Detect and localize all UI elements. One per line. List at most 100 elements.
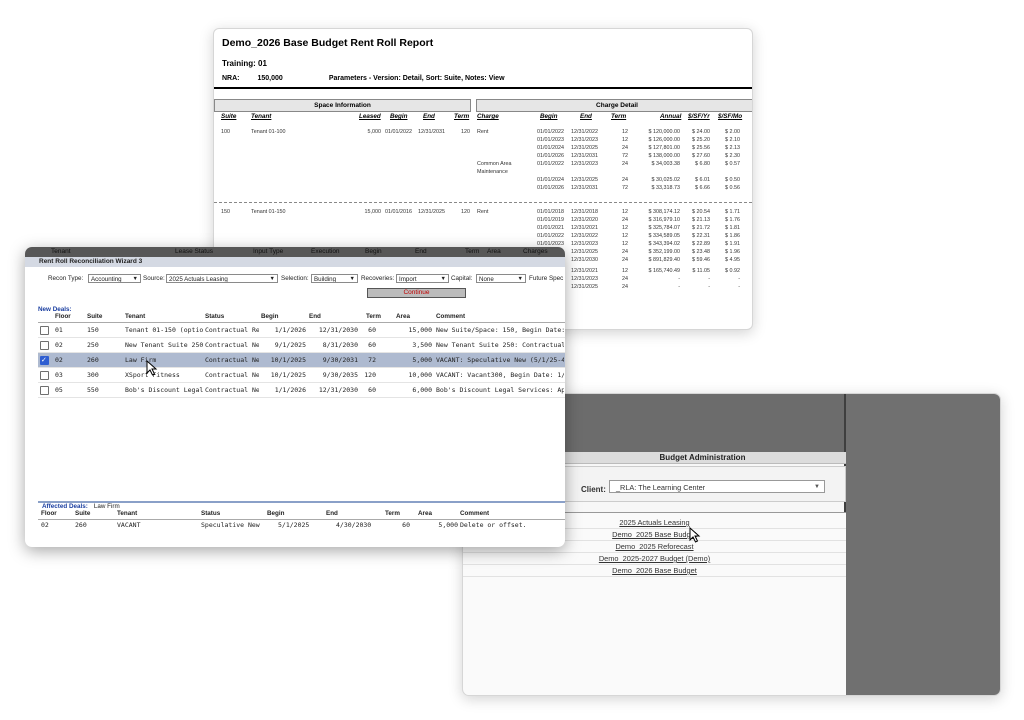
cell-begin: 01/01/2016 (385, 209, 412, 215)
cell-sf-mo: $ 0.50 (725, 177, 740, 183)
charge-detail-header: Charge Detail (476, 99, 752, 112)
cell-charge-begin: 01/01/2021 (537, 225, 564, 231)
col-header: Tenant (117, 510, 138, 517)
cell-charge-term: 24 (622, 217, 628, 223)
cell-charge-end: 12/31/2023 (571, 161, 598, 167)
source-select[interactable]: 2025 Actuals Leasing ▼ (166, 274, 278, 283)
cell-charge-end: 12/31/2021 (571, 268, 598, 274)
chevron-down-icon: ▼ (132, 276, 138, 282)
cell-comment: New Tenant Suite 250: Contractual Ne (436, 341, 564, 349)
selection-select[interactable]: Building ▼ (311, 274, 358, 283)
cell-begin: 9/1/2025 (274, 341, 306, 349)
deal-row[interactable]: 02 250 New Tenant Suite 250 Contractual New… (38, 338, 565, 353)
col-header: Tenant (125, 313, 146, 320)
cell-begin: 10/1/2025 (270, 356, 306, 364)
cell-suite: 150 (221, 209, 230, 215)
checkbox-checked[interactable] (40, 353, 49, 367)
cell-charge-term: 24 (622, 284, 628, 290)
space-col-header: Term (454, 113, 470, 120)
cell-charge-end: 12/31/2023 (571, 241, 598, 247)
capital-select[interactable]: None ▼ (476, 274, 526, 283)
budget-item-link[interactable]: Demo_2026 Base Budget (463, 565, 846, 577)
col-header: Floor (41, 510, 57, 517)
cell-sf-mo: $ 0.57 (725, 161, 740, 167)
reconciliation-wizard-window: Tenant Lease Status Input Type Execution… (25, 247, 565, 547)
cell-charge-begin: 01/01/2022 (537, 233, 564, 239)
cell-status: Contractual New (205, 356, 259, 364)
source-value: 2025 Actuals Leasing (169, 276, 228, 283)
cell-status: Contractual New (205, 341, 259, 349)
capital-value: None (479, 276, 494, 283)
col-header: End (309, 313, 321, 320)
cell-sf-mo: $ 1.96 (725, 249, 740, 255)
recoveries-select[interactable]: Import ▼ (396, 274, 449, 283)
budget-admin-title: Budget Administration (559, 452, 846, 464)
cell-floor: 01 (55, 326, 63, 334)
cell-begin: 5/1/2025 (278, 521, 310, 529)
col-header: Begin (267, 510, 285, 517)
cell-comment: VACANT: Speculative New (5/1/25-4/3 (436, 356, 564, 364)
col-header: Area (418, 510, 433, 517)
cell-sf-yr: $ 6.66 (695, 185, 710, 191)
cell-area: 5,000 (438, 521, 458, 529)
cell-annual: $ 127,801.00 (648, 145, 680, 151)
cell-charge-end: 12/31/2025 (571, 284, 598, 290)
col-header: Term (366, 313, 381, 320)
cell-suite: 300 (87, 371, 99, 379)
affected-row[interactable]: 02 260 VACANT Speculative New 5/1/2025 4… (38, 520, 565, 531)
cell-end: 12/31/2025 (418, 209, 445, 215)
deal-row[interactable]: 02 260 Law Firm Contractual New 10/1/2025 9/3… (38, 353, 565, 368)
cell-charge-term: 24 (622, 276, 628, 282)
cell-sf-mo: - (738, 284, 740, 290)
cell-charge-begin: 01/01/2024 (537, 177, 564, 183)
deal-row[interactable]: 03 300 XSport Fitness Contractual New 10/1/2… (38, 368, 565, 383)
cell-annual: $ 352,199.00 (648, 249, 680, 255)
checkbox[interactable] (40, 326, 49, 335)
client-select[interactable]: _RLA: The Learning Center ▼ (609, 480, 825, 493)
cell-sf-mo: $ 1.76 (725, 217, 740, 223)
cell-charge-end: 12/31/2022 (571, 233, 598, 239)
cell-charge-end: 12/31/2020 (571, 217, 598, 223)
col-header: Suite (87, 313, 103, 320)
continue-button[interactable]: Continue (367, 288, 466, 298)
checkbox[interactable] (40, 386, 49, 395)
cell-tenant: Tenant 01-100 (251, 129, 286, 135)
cell-charge-term: 24 (622, 161, 628, 167)
checkbox[interactable] (40, 341, 49, 350)
pointer-cursor-icon (689, 527, 701, 543)
cell-sf-yr: - (708, 276, 710, 282)
ghost-col: Charges (523, 248, 548, 255)
report-title: Demo_2026 Base Budget Rent Roll Report (222, 37, 434, 49)
cell-tenant: Tenant 01-150 (option) (125, 326, 203, 334)
col-header: Status (201, 510, 221, 517)
cell-sf-yr: $ 11.05 (692, 268, 710, 274)
deal-row[interactable]: 01 150 Tenant 01-150 (option) Contractual R… (38, 323, 565, 338)
recoveries-value: Import (399, 276, 417, 283)
cell-suite: 260 (75, 521, 87, 529)
cell-charge-term: 24 (622, 257, 628, 263)
report-rule (214, 87, 752, 89)
client-label: Client: (581, 485, 606, 494)
client-select-value: _RLA: The Learning Center (616, 483, 706, 492)
cell-charge-end: 12/31/2031 (571, 185, 598, 191)
cell-sf-mo: $ 2.10 (725, 137, 740, 143)
recon-type-select[interactable]: Accounting ▼ (88, 274, 141, 283)
cell-charge-term: 12 (622, 233, 628, 239)
cell-tenant: Bob's Discount Legal S (125, 386, 203, 394)
col-header: Comment (460, 510, 490, 517)
charge-col-header: Annual (660, 113, 682, 120)
cell-charge-end: 12/31/2030 (571, 257, 598, 263)
recoveries-label: Recoveries: (361, 275, 395, 282)
cell-end: 9/30/2035 (322, 371, 358, 379)
cell-begin: 1/1/2026 (274, 326, 306, 334)
cell-begin: 1/1/2026 (274, 386, 306, 394)
cell-charge-end: 12/31/2025 (571, 249, 598, 255)
checkbox[interactable] (40, 371, 49, 380)
cell-floor: 02 (41, 521, 49, 529)
cell-sf-yr: $ 27.60 (692, 153, 710, 159)
deal-row[interactable]: 05 550 Bob's Discount Legal S Contractual N… (38, 383, 565, 398)
ghost-col: Area (487, 248, 501, 255)
cell-area: 5,000 (412, 356, 432, 364)
budget-item-link[interactable]: Demo_2025-2027 Budget (Demo) (463, 553, 846, 565)
cell-term: 120 (364, 371, 376, 379)
